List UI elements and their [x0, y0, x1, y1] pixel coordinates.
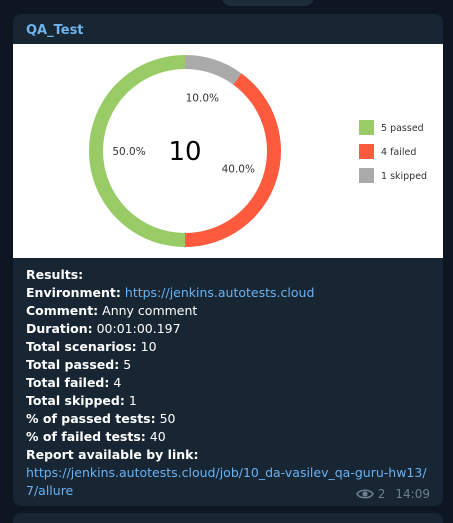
slice-label-passed: 50.0%	[112, 146, 145, 158]
comment-value: Anny comment	[102, 303, 198, 318]
total-scenarios-value: 10	[140, 339, 157, 354]
comment-label: Comment:	[26, 303, 99, 318]
total-passed-label: Total passed:	[26, 357, 120, 372]
slice-skipped	[185, 55, 242, 85]
next-message-edge	[13, 513, 443, 523]
legend-label-failed: 4 failed	[381, 147, 416, 158]
total-passed-value: 5	[123, 357, 132, 372]
legend-label-passed: 5 passed	[381, 123, 424, 134]
center-total: 10	[168, 137, 201, 167]
legend-label-skipped: 1 skipped	[381, 171, 427, 182]
total-scenarios-label: Total scenarios:	[26, 339, 137, 354]
pct-failed-value: 40	[149, 429, 166, 444]
slice-label-failed: 40.0%	[222, 163, 255, 175]
pct-passed-label: % of passed tests:	[26, 411, 156, 426]
eye-icon	[355, 489, 374, 499]
date-pill	[222, 0, 314, 6]
chart-image[interactable]: 10.0% 40.0% 50.0% 10 5 passed 4 failed 1 skipp…	[13, 44, 443, 258]
environment-label: Environment:	[26, 285, 121, 300]
donut-chart: 10.0% 40.0% 50.0% 10 5 passed 4 failed 1 skipp…	[89, 55, 427, 248]
total-skipped-label: Total skipped:	[26, 393, 125, 408]
pct-failed-label: % of failed tests:	[26, 429, 146, 444]
legend-swatch-passed	[359, 120, 374, 135]
total-failed-label: Total failed:	[26, 375, 110, 390]
sender-name[interactable]: QA_Test	[26, 23, 84, 38]
duration-value: 00:01:00.197	[96, 321, 181, 336]
message-meta: 2 14:09	[355, 487, 430, 501]
report-text: Results: Environment: https://jenkins.au…	[26, 266, 431, 500]
message-bubble: QA_Test 10.0% 40.0% 50.0% 10 5 passed 4 faile…	[13, 14, 443, 506]
legend-swatch-failed	[359, 144, 374, 159]
duration-label: Duration:	[26, 321, 93, 336]
legend-swatch-skipped	[359, 168, 374, 183]
pct-passed-value: 50	[159, 411, 176, 426]
total-skipped-value: 1	[128, 393, 137, 408]
total-failed-value: 4	[113, 375, 122, 390]
slice-label-skipped: 10.0%	[186, 93, 219, 105]
views-count: 2	[377, 487, 386, 501]
environment-link[interactable]: https://jenkins.autotests.cloud	[125, 285, 314, 300]
message-time: 14:09	[395, 487, 430, 501]
report-link-label: Report available by link:	[26, 447, 199, 462]
results-label: Results:	[26, 267, 84, 282]
